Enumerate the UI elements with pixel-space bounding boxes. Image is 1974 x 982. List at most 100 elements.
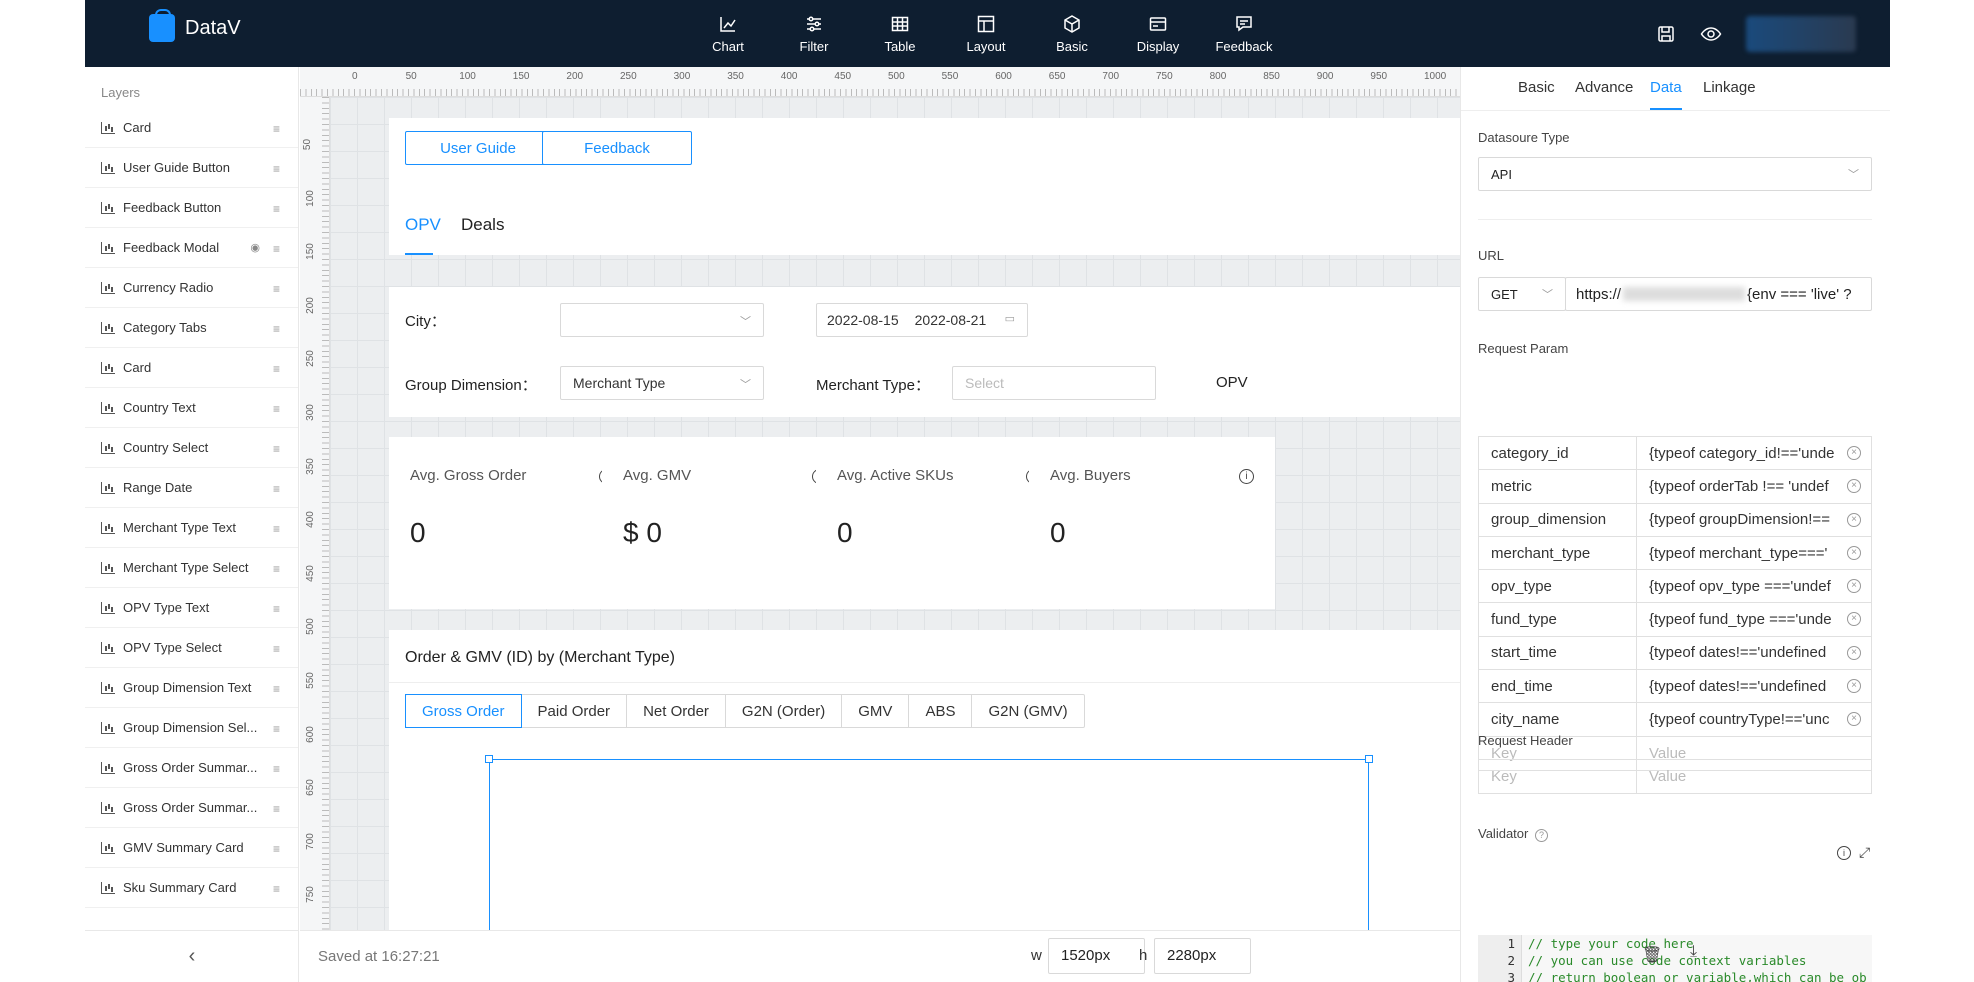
tab-data[interactable]: Data (1650, 79, 1682, 96)
header-value-input[interactable]: Value (1637, 760, 1871, 793)
metric-segment[interactable]: GMV (842, 695, 910, 727)
param-key[interactable]: opv_type (1479, 570, 1637, 603)
method-select[interactable]: GET ﹀ (1478, 277, 1566, 311)
param-key[interactable]: fund_type (1479, 603, 1637, 636)
tab-opv[interactable]: OPV (405, 215, 441, 235)
drag-handle-icon[interactable]: ≡ (273, 402, 280, 416)
clear-icon[interactable]: × (1847, 512, 1861, 527)
metric-segment[interactable]: Paid Order (522, 695, 628, 727)
layer-item[interactable]: Card ≡ (85, 108, 298, 148)
param-key[interactable]: metric (1479, 470, 1637, 503)
user-avatar[interactable] (1746, 16, 1856, 52)
drag-handle-icon[interactable]: ≡ (273, 562, 280, 576)
layer-item[interactable]: Group Dimension Text ≡ (85, 668, 298, 708)
param-value[interactable]: {typeof merchant_type===' × (1637, 537, 1871, 569)
tool-basic[interactable]: Basic (1029, 14, 1115, 54)
layer-item[interactable]: Gross Order Summar... ≡ (85, 748, 298, 788)
layer-item[interactable]: Merchant Type Text ≡ (85, 508, 298, 548)
drag-handle-icon[interactable]: ≡ (273, 882, 280, 896)
city-select[interactable]: ﹀ (560, 303, 764, 337)
layer-item[interactable]: Gross Order Summar... ≡ (85, 788, 298, 828)
chart-placeholder[interactable] (489, 759, 1369, 959)
metric-segment[interactable]: ABS (909, 695, 973, 727)
metric-segment[interactable]: Gross Order (405, 694, 522, 728)
param-value[interactable]: {typeof orderTab !== 'undef × (1637, 470, 1871, 502)
fullscreen-icon[interactable]: ⤢ (1859, 844, 1870, 861)
layer-item[interactable]: Group Dimension Sel... ≡ (85, 708, 298, 748)
drag-handle-icon[interactable]: ≡ (273, 482, 280, 496)
drag-handle-icon[interactable]: ≡ (273, 122, 280, 136)
clear-icon[interactable]: × (1847, 612, 1861, 627)
tab-deals[interactable]: Deals (461, 215, 504, 235)
tool-display[interactable]: Display (1115, 14, 1201, 54)
drag-handle-icon[interactable]: ≡ (273, 322, 280, 336)
date-range-picker[interactable]: 2022-08-15 2022-08-21 ▭ (816, 303, 1028, 337)
merchant-type-select[interactable]: Select (952, 366, 1156, 400)
feedback-button[interactable]: Feedback (542, 131, 692, 165)
metric-segment[interactable]: Net Order (627, 695, 726, 727)
clear-icon[interactable]: × (1847, 446, 1861, 460)
resize-handle-tr[interactable] (1365, 755, 1373, 763)
metric-segment[interactable]: G2N (Order) (726, 695, 843, 727)
delete-icon[interactable]: 🗑 (1642, 945, 1662, 965)
layer-item[interactable]: Card ≡ (85, 348, 298, 388)
param-key[interactable]: end_time (1479, 670, 1637, 703)
save-icon[interactable] (1656, 24, 1676, 44)
drag-handle-icon[interactable]: ≡ (273, 842, 280, 856)
layer-item[interactable]: Feedback Button ≡ (85, 188, 298, 228)
drag-handle-icon[interactable]: ≡ (273, 602, 280, 616)
validator-code-editor[interactable]: 1 // type your code here 2 // you can use c… (1478, 935, 1872, 982)
drag-handle-icon[interactable]: ≡ (273, 722, 280, 736)
param-value[interactable]: {typeof dates!=='undefined × (1637, 670, 1871, 702)
layer-item[interactable]: OPV Type Select ≡ (85, 628, 298, 668)
tool-chart[interactable]: Chart (685, 14, 771, 54)
tab-linkage[interactable]: Linkage (1703, 79, 1756, 96)
param-value[interactable]: {typeof countryType!=='unc × (1637, 703, 1871, 735)
info-icon[interactable]: i (1837, 846, 1851, 860)
layer-item[interactable]: GMV Summary Card ≡ (85, 828, 298, 868)
param-key[interactable]: start_time (1479, 636, 1637, 670)
resize-handle-tl[interactable] (485, 755, 493, 763)
layer-item[interactable]: Feedback Modal ◉ ≡ (85, 228, 298, 268)
drag-handle-icon[interactable]: ≡ (273, 522, 280, 536)
preview-eye-icon[interactable] (1700, 24, 1722, 44)
layer-item[interactable]: Merchant Type Select ≡ (85, 548, 298, 588)
param-value[interactable]: {typeof dates!=='undefined × (1637, 637, 1871, 669)
logo[interactable]: DataV (149, 9, 241, 42)
drag-handle-icon[interactable]: ≡ (273, 162, 280, 176)
drag-handle-icon[interactable]: ≡ (273, 282, 280, 296)
tab-basic[interactable]: Basic (1518, 79, 1555, 96)
param-value[interactable]: {typeof fund_type ==='unde × (1637, 603, 1871, 635)
layer-item[interactable]: OPV Type Text ≡ (85, 588, 298, 628)
layer-item[interactable]: Country Select ≡ (85, 428, 298, 468)
header-key-input[interactable]: Key (1479, 760, 1637, 794)
clear-icon[interactable]: × (1847, 645, 1861, 660)
param-key[interactable]: city_name (1479, 703, 1637, 736)
layer-item[interactable]: User Guide Button ≡ (85, 148, 298, 188)
layer-item[interactable]: Sku Summary Card ≡ (85, 868, 298, 908)
clear-icon[interactable]: × (1847, 545, 1861, 560)
metric-segment[interactable]: G2N (GMV) (972, 695, 1083, 727)
layer-item[interactable]: Category Tabs ≡ (85, 308, 298, 348)
layer-item[interactable]: Range Date ≡ (85, 468, 298, 508)
drag-handle-icon[interactable]: ≡ (273, 242, 280, 256)
tab-advance[interactable]: Advance (1575, 79, 1633, 96)
param-key[interactable]: category_id (1479, 437, 1637, 470)
question-icon[interactable]: ? (1534, 829, 1548, 842)
drag-handle-icon[interactable]: ≡ (273, 642, 280, 656)
datasource-select[interactable]: API ﹀ (1478, 157, 1872, 191)
user-guide-button[interactable]: User Guide (405, 131, 551, 165)
collapse-sidebar-button[interactable]: ‹ (85, 930, 299, 982)
url-input[interactable]: https:// {env === 'live' ? (1565, 277, 1872, 311)
tool-filter[interactable]: Filter (771, 14, 857, 54)
eye-icon[interactable]: ◉ (250, 241, 260, 254)
drag-handle-icon[interactable]: ≡ (273, 202, 280, 216)
tool-layout[interactable]: Layout (943, 14, 1029, 54)
layer-item[interactable]: Currency Radio ≡ (85, 268, 298, 308)
param-key[interactable]: group_dimension (1479, 503, 1637, 536)
drag-handle-icon[interactable]: ≡ (273, 442, 280, 456)
param-value[interactable]: {typeof groupDimension!== × (1637, 504, 1871, 536)
width-input[interactable]: 1520px (1048, 938, 1145, 974)
tool-table[interactable]: Table (857, 14, 943, 54)
clear-icon[interactable]: × (1847, 579, 1861, 594)
